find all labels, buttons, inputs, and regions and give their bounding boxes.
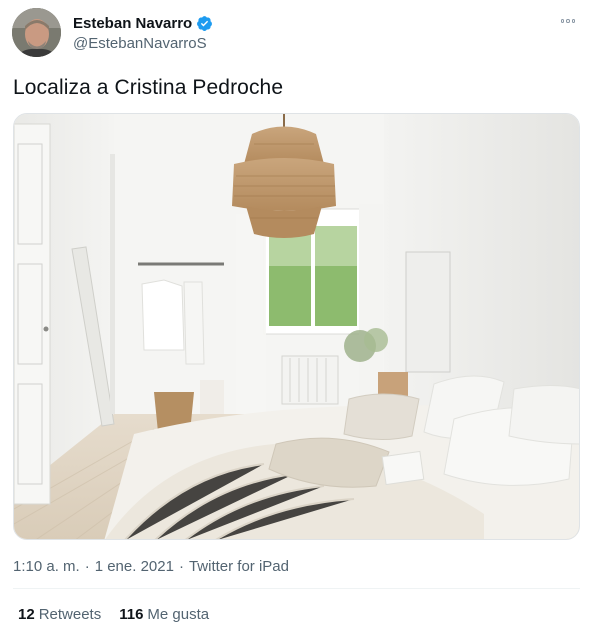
tweet-date[interactable]: 1 ene. 2021 xyxy=(95,558,174,575)
retweets-stat[interactable]: 12 Retweets xyxy=(18,606,101,623)
likes-stat[interactable]: 116 Me gusta xyxy=(119,606,209,623)
avatar[interactable] xyxy=(12,8,61,57)
more-options-icon[interactable] xyxy=(557,14,579,28)
tweet-meta: 1:10 a. m. · 1 ene. 2021 · Twitter for i… xyxy=(13,558,289,575)
tweet-time[interactable]: 1:10 a. m. xyxy=(13,558,80,575)
likes-count: 116 xyxy=(119,606,144,623)
likes-label: Me gusta xyxy=(147,606,210,623)
divider xyxy=(13,588,580,589)
tweet-media[interactable] xyxy=(13,113,580,540)
retweets-label: Retweets xyxy=(38,606,102,623)
retweets-count: 12 xyxy=(18,606,35,623)
author-handle[interactable]: @EstebanNavarroS xyxy=(73,35,207,52)
avatar-photo xyxy=(12,8,61,57)
meta-separator: · xyxy=(84,558,90,575)
tweet-source[interactable]: Twitter for iPad xyxy=(189,558,289,575)
meta-separator: · xyxy=(178,558,184,575)
verified-badge-icon xyxy=(196,15,213,32)
tweet-stats: 12 Retweets 116 Me gusta xyxy=(18,606,209,623)
tweet-text: Localiza a Cristina Pedroche xyxy=(13,76,284,99)
author-display-name[interactable]: Esteban Navarro xyxy=(73,15,192,32)
author-name-row[interactable]: Esteban Navarro xyxy=(73,15,213,32)
bedroom-photo xyxy=(14,114,579,539)
